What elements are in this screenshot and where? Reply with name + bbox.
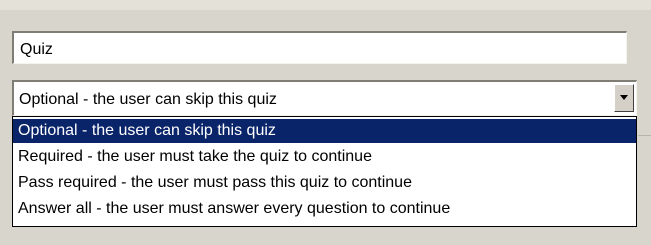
top-strip bbox=[0, 0, 651, 10]
dropdown-option-required[interactable]: Required - the user must take the quiz t… bbox=[13, 145, 636, 169]
chevron-down-icon bbox=[620, 95, 628, 100]
dropdown-option-pass-required[interactable]: Pass required - the user must pass this … bbox=[13, 171, 636, 195]
dropdown-option-answer-all[interactable]: Answer all - the user must answer every … bbox=[13, 197, 636, 221]
select-arrow-button[interactable] bbox=[614, 84, 634, 112]
quiz-title-field[interactable]: Quiz bbox=[12, 31, 627, 64]
select-value: Optional - the user can skip this quiz bbox=[19, 91, 277, 108]
quiz-mode-dropdown-list: Optional - the user can skip this quiz R… bbox=[12, 116, 637, 227]
background-divider bbox=[638, 135, 651, 136]
quiz-mode-select[interactable]: Optional - the user can skip this quiz bbox=[12, 80, 637, 116]
dropdown-option-optional[interactable]: Optional - the user can skip this quiz bbox=[13, 119, 636, 143]
